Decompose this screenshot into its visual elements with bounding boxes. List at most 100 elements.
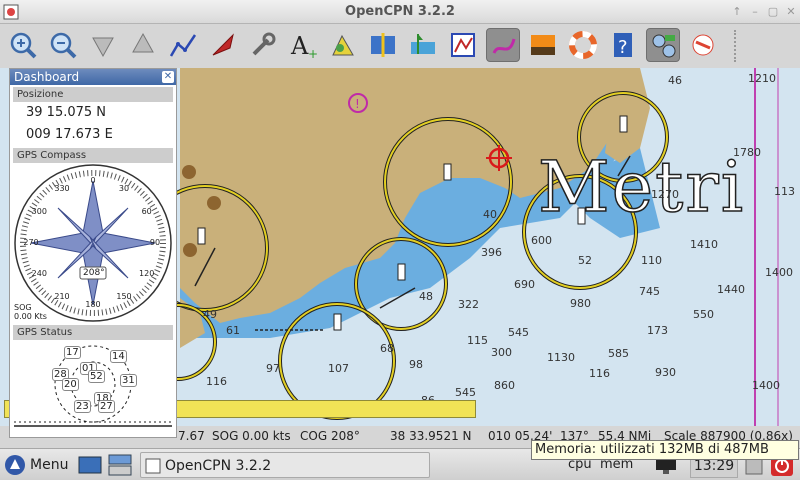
- depth-sounding: 745: [639, 285, 660, 298]
- zoom-in-icon: [10, 32, 37, 59]
- window-maximize-button[interactable]: ▢: [766, 5, 780, 19]
- route-manager-button[interactable]: [446, 28, 480, 62]
- color-scheme-button[interactable]: [526, 28, 560, 62]
- compass-tick-label: 0: [90, 176, 96, 185]
- window-close-button[interactable]: ✕: [784, 5, 798, 19]
- zoom-in-button[interactable]: [6, 28, 40, 62]
- place-name: Metri: [537, 146, 746, 228]
- depth-sounding: 1400: [752, 379, 780, 392]
- follow-boat-button[interactable]: [206, 28, 240, 62]
- window-minimize-button[interactable]: –: [748, 5, 762, 19]
- help-icon: ?: [614, 33, 632, 58]
- dashboard-close-icon[interactable]: ✕: [162, 71, 174, 83]
- svg-text:+: +: [308, 47, 318, 60]
- scale-up-button[interactable]: [126, 28, 160, 62]
- current-button[interactable]: [406, 28, 440, 62]
- satellite-label: 20: [62, 378, 79, 391]
- show-desktop-button[interactable]: [78, 452, 104, 478]
- depth-sounding: 116: [589, 367, 610, 380]
- sog-value: 0.00 Kts: [14, 312, 47, 321]
- minimize-icon[interactable]: ↑: [730, 5, 744, 19]
- section-position: Posizione: [13, 87, 173, 102]
- depth-sounding: 48: [419, 290, 433, 303]
- compass-tick-label: 270: [23, 238, 39, 247]
- dashboard-header[interactable]: Dashboard ✕: [10, 69, 176, 85]
- depth-sounding: 40: [483, 208, 497, 221]
- compass-tick-label: 300: [31, 207, 47, 216]
- start-menu-button[interactable]: Menu: [4, 452, 74, 478]
- satellite-sky-icon: [14, 345, 172, 427]
- depth-sounding: 1400: [765, 266, 793, 279]
- route-button[interactable]: [166, 28, 200, 62]
- compass-tick-label: 60: [141, 207, 152, 216]
- help-button[interactable]: ?: [606, 28, 640, 62]
- compass-tick-label: 210: [54, 291, 70, 301]
- depth-sounding: 860: [494, 379, 515, 392]
- depth-sounding: 110: [641, 254, 662, 267]
- satellite-label: 27: [98, 400, 115, 413]
- workspace-switcher[interactable]: [108, 452, 136, 478]
- dashboard-title: Dashboard: [14, 70, 80, 84]
- svg-text:A: A: [290, 32, 309, 60]
- scale-down-icon: [92, 37, 114, 58]
- sog-label: SOG: [14, 303, 32, 312]
- depth-sounding: 1440: [717, 283, 745, 296]
- dashboard-panel[interactable]: Dashboard ✕ Posizione 39 15.075 N 009 17…: [9, 68, 177, 438]
- ais-button[interactable]: [646, 28, 680, 62]
- compass-tick-label: 150: [116, 291, 132, 301]
- tide-button[interactable]: [366, 28, 400, 62]
- depth-sounding: 173: [647, 324, 668, 337]
- desktop-icon: [78, 456, 102, 474]
- status-cursor-lat: 38 33.9521 N: [390, 429, 472, 443]
- position-lon: 009 17.673 E: [26, 127, 113, 142]
- settings-button[interactable]: [246, 28, 280, 62]
- route-manager-icon: [451, 33, 475, 57]
- text-add-button[interactable]: A +: [286, 28, 320, 62]
- chart-quilt-button[interactable]: [326, 28, 360, 62]
- mob-icon: [569, 31, 597, 59]
- main-toolbar: A + ?: [0, 24, 800, 68]
- status-sog: SOG 0.00 kts: [212, 429, 291, 443]
- text-add-icon: A +: [290, 32, 318, 60]
- status-cog: COG 208°: [300, 429, 360, 443]
- satellite-label: 52: [88, 370, 105, 383]
- position-lat: 39 15.075 N: [26, 105, 107, 120]
- track-button[interactable]: [486, 28, 520, 62]
- depth-sounding: 1410: [690, 238, 718, 251]
- scale-down-button[interactable]: [86, 28, 120, 62]
- depth-sounding: 545: [455, 386, 476, 399]
- toolbar-grip[interactable]: [734, 30, 742, 62]
- compass-tick-label: 240: [31, 269, 47, 278]
- zoom-out-button[interactable]: [46, 28, 80, 62]
- workspace-icon: [108, 454, 132, 476]
- mob-button[interactable]: [566, 28, 600, 62]
- start-menu-label: Menu: [30, 457, 69, 473]
- track-icon: [492, 38, 516, 54]
- compass-tick-label: 30: [118, 184, 130, 194]
- ais-icon: [652, 34, 676, 58]
- depth-sounding: 930: [655, 366, 676, 379]
- tide-icon: [371, 33, 395, 57]
- taskbar-app-label: OpenCPN 3.2.2: [165, 458, 272, 474]
- depth-sounding: 1210: [748, 72, 776, 85]
- depth-sounding: 585: [608, 347, 629, 360]
- scale-up-icon: [132, 32, 154, 53]
- svg-text:!: !: [355, 97, 360, 111]
- taskbar-app-opencpn[interactable]: OpenCPN 3.2.2: [140, 452, 430, 478]
- depth-sounding: 107: [328, 362, 349, 375]
- print-button[interactable]: [686, 28, 720, 62]
- memory-tooltip: Memoria: utilizzati 132MB di 487MB: [531, 440, 799, 460]
- section-gps-status: GPS Status: [13, 325, 173, 340]
- zoom-out-icon: [50, 32, 77, 59]
- depth-sounding: 396: [481, 246, 502, 259]
- depth-sounding: 980: [570, 297, 591, 310]
- depth-sounding: 49: [203, 308, 217, 321]
- follow-boat-icon: [212, 33, 234, 56]
- depth-sounding: 1130: [547, 351, 575, 364]
- current-icon: [411, 34, 435, 54]
- window-titlebar: OpenCPN 3.2.2 ↑ – ▢ ✕: [0, 0, 800, 24]
- compass-tick-label: 180: [85, 300, 101, 309]
- opencpn-task-icon: [145, 458, 161, 474]
- depth-sounding: 68: [380, 342, 394, 355]
- gps-status-view: 17 14 01 28 52 31 20 18 23 27: [10, 340, 176, 430]
